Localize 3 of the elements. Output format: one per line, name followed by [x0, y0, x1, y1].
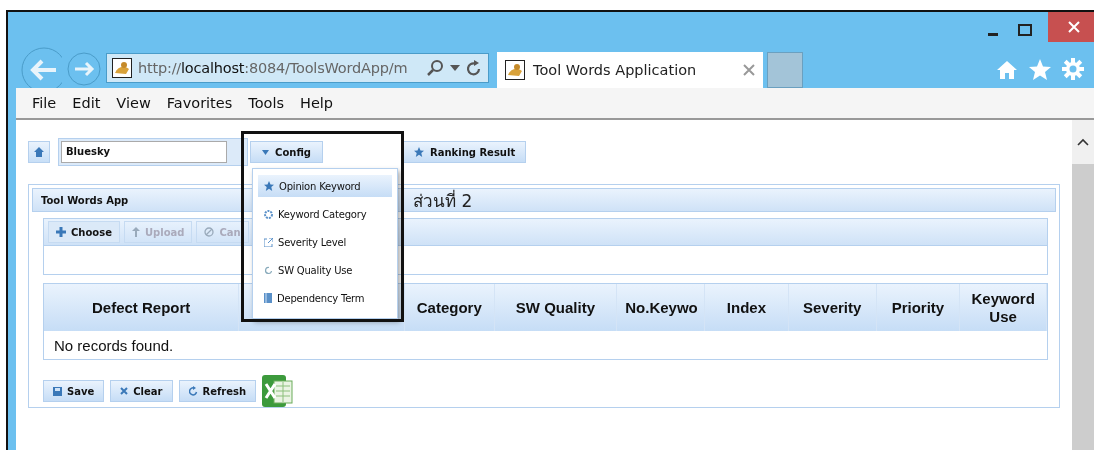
panel-title: Tool Words App [41, 194, 129, 206]
annotation-label: ส่วนที่ 2 [413, 188, 473, 213]
empty-message: No records found. [54, 336, 174, 354]
